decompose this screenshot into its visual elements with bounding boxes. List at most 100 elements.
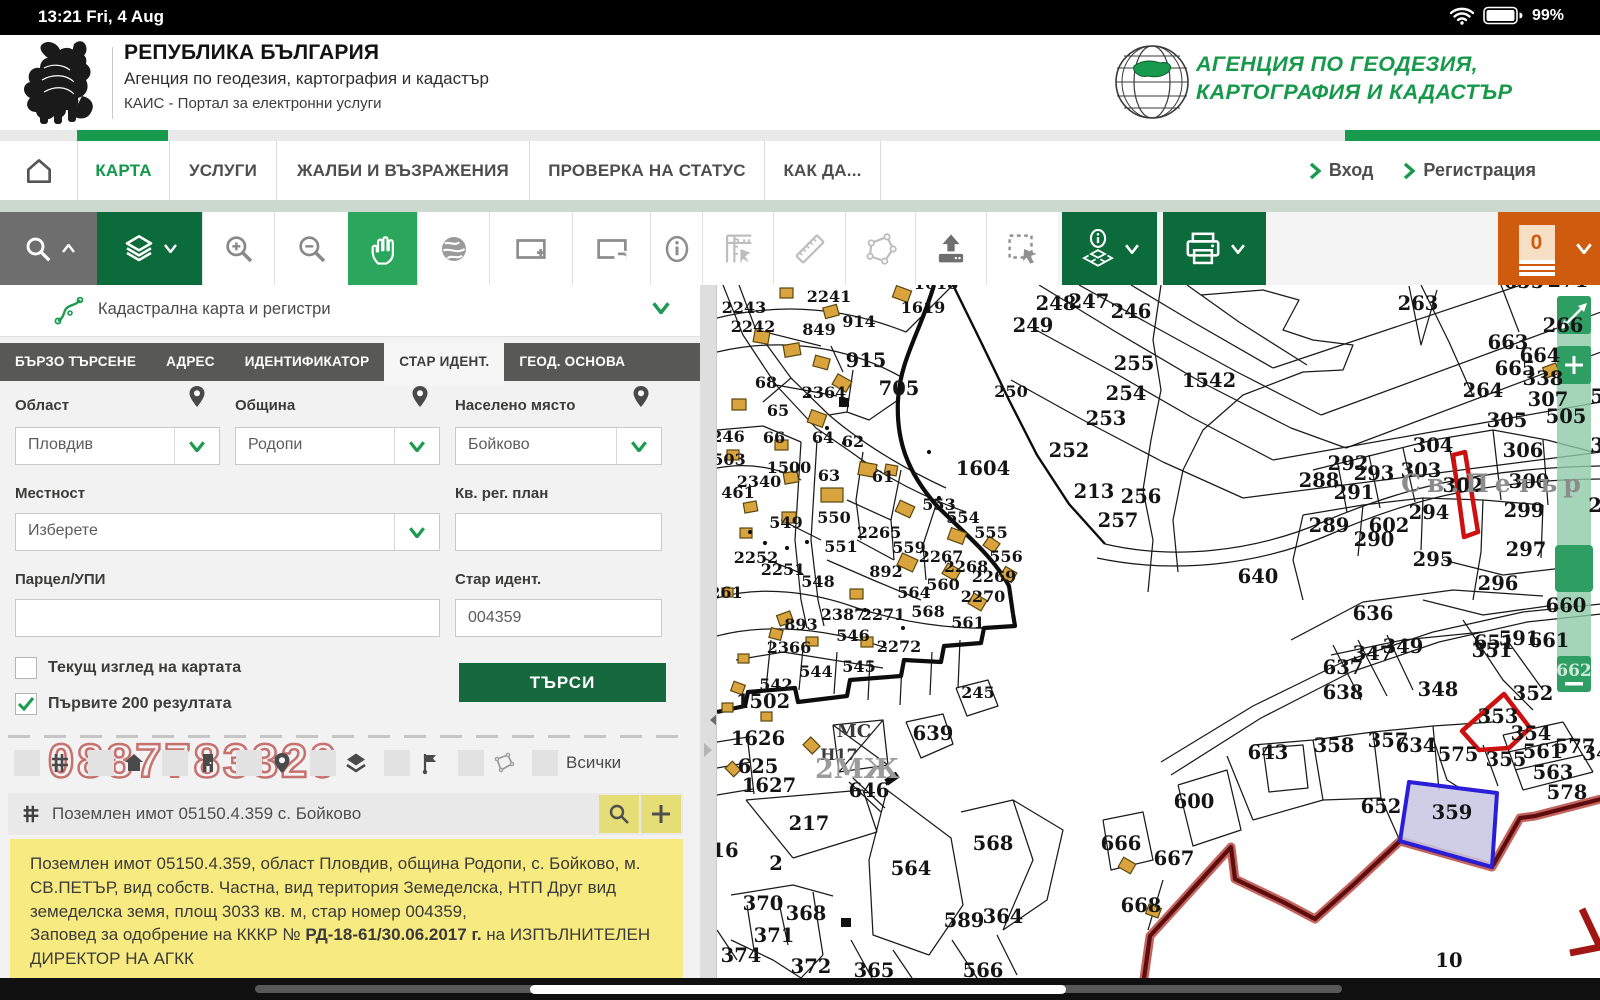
info-tool-button[interactable] bbox=[650, 212, 702, 285]
zoom-in-button[interactable] bbox=[202, 212, 274, 285]
battery-percent: 99% bbox=[1532, 7, 1564, 25]
home-button[interactable] bbox=[0, 141, 78, 200]
register-link[interactable]: Регистрация bbox=[1403, 160, 1536, 181]
wifi-icon bbox=[1450, 7, 1474, 25]
parcel-number-label: 2272 bbox=[877, 637, 922, 656]
selection-list-button[interactable]: 0 bbox=[1498, 212, 1600, 285]
nav-item-5[interactable]: КАК ДА... bbox=[765, 141, 881, 200]
tab-2[interactable]: АДРЕС bbox=[151, 343, 230, 381]
result-row[interactable]: Поземлен имот 05150.4.359 с. Бойково bbox=[8, 793, 683, 835]
filter-checkbox-pin[interactable] bbox=[236, 750, 262, 776]
map-annotation: 2МЖ bbox=[815, 754, 900, 785]
filter-checkbox-flag[interactable] bbox=[384, 750, 410, 776]
tab-5[interactable]: ГЕОД. ОСНОВА bbox=[504, 343, 640, 381]
nav-item-4[interactable]: ПРОВЕРКА НА СТАТУС bbox=[530, 141, 765, 200]
parcel-number-label: 544 bbox=[799, 662, 832, 681]
parcel-number-label: 638 bbox=[1323, 681, 1364, 704]
results-separator bbox=[8, 735, 688, 738]
measure-polygon-button[interactable] bbox=[845, 212, 915, 285]
result-add-button[interactable] bbox=[641, 795, 681, 833]
parcel-number-label: 639 bbox=[913, 722, 954, 745]
first-200-checkbox[interactable] bbox=[15, 693, 37, 715]
parcel-number-label: 2387 bbox=[821, 605, 866, 624]
search-tabs: БЪРЗО ТЪРСЕНЕАДРЕСИДЕНТИФИКАТОРСТАР ИДЕН… bbox=[0, 343, 700, 381]
layers-button[interactable] bbox=[97, 212, 202, 285]
filter-checkbox-house[interactable] bbox=[88, 750, 114, 776]
nav-item-1[interactable]: КАРТА bbox=[78, 141, 170, 200]
parcel-number-label: 1619 bbox=[901, 298, 946, 317]
parcel-number-label: 349 bbox=[1383, 635, 1424, 658]
oblast-select[interactable]: Пловдив bbox=[15, 427, 220, 465]
result-zoom-to-button[interactable] bbox=[599, 795, 639, 833]
obshtina-select[interactable]: Родопи bbox=[235, 427, 440, 465]
current-view-checkbox[interactable] bbox=[15, 657, 37, 679]
extent-remove-button[interactable] bbox=[572, 212, 650, 285]
mestnost-select[interactable]: Изберете bbox=[15, 513, 440, 551]
map-zoom-handle[interactable] bbox=[1555, 545, 1593, 592]
pan-tool-button[interactable] bbox=[348, 212, 417, 285]
parcel-number-label: 637 bbox=[1323, 656, 1364, 679]
kv-plan-input[interactable] bbox=[456, 514, 661, 550]
parcel-number-label: 566 bbox=[963, 959, 1004, 978]
layer-selector-value: Кадастрална карта и регистри bbox=[98, 300, 331, 319]
measure-area-button[interactable] bbox=[702, 212, 773, 285]
parcel-number-label: 549 bbox=[769, 513, 802, 532]
naseleno-select[interactable]: Бойково bbox=[455, 427, 662, 465]
world-extent-button[interactable] bbox=[417, 212, 489, 285]
tab-1[interactable]: БЪРЗО ТЪРСЕНЕ bbox=[0, 343, 151, 381]
filter-checkbox-grid[interactable] bbox=[14, 750, 40, 776]
pin-icon bbox=[632, 385, 650, 409]
filter-checkbox-building[interactable] bbox=[162, 750, 188, 776]
parcel-number-label: 2243 bbox=[722, 298, 767, 317]
parcel-input[interactable] bbox=[16, 600, 439, 636]
filter-checkbox-polygon[interactable] bbox=[458, 750, 484, 776]
parcel-number-label: 306 bbox=[1503, 439, 1544, 462]
parcel-number-label: 256 bbox=[1121, 485, 1162, 508]
parcel-number-label: 247 bbox=[1069, 290, 1110, 313]
star-ident-input[interactable] bbox=[456, 600, 661, 636]
search-panel: Кадастрална карта и регистри БЪРЗО ТЪРСЕ… bbox=[0, 285, 700, 978]
parcel-number-label: 364 bbox=[983, 905, 1024, 928]
nav-item-2[interactable]: УСЛУГИ bbox=[170, 141, 277, 200]
measure-distance-button[interactable] bbox=[773, 212, 845, 285]
filter-checkbox-layers[interactable] bbox=[310, 750, 336, 776]
parcel-number-label: 668 bbox=[1121, 894, 1162, 917]
map-annotation: Св.Петър bbox=[1401, 469, 1587, 498]
pan-hand-icon bbox=[366, 232, 400, 266]
parcel-number-label: 551 bbox=[824, 537, 857, 556]
nav-item-3[interactable]: ЖАЛБИ И ВЪЗРАЖЕНИЯ bbox=[277, 141, 530, 200]
print-button[interactable] bbox=[1163, 212, 1266, 285]
search-tool-button[interactable] bbox=[0, 212, 97, 285]
horizontal-scrollbar-thumb[interactable] bbox=[530, 985, 1066, 994]
parcel-number-label: 2241 bbox=[807, 287, 852, 306]
parcel-number-label: 62 bbox=[842, 432, 864, 451]
parcel-number-label: 564 bbox=[891, 857, 932, 880]
parcel-number-label: 2 bbox=[1588, 494, 1600, 517]
filter-checkbox-all[interactable] bbox=[532, 750, 558, 776]
tab-4[interactable]: СТАР ИДЕНТ. bbox=[384, 343, 504, 386]
check-icon bbox=[17, 695, 35, 713]
select-region-button[interactable] bbox=[986, 212, 1058, 285]
bottom-bar bbox=[0, 978, 1600, 1000]
parcel-number-label: 338 bbox=[1523, 367, 1564, 390]
clock: 13:21 Fri, 4 Aug bbox=[38, 7, 164, 27]
upload-button[interactable] bbox=[915, 212, 986, 285]
parcel-number-label: 297 bbox=[1506, 538, 1547, 561]
tab-3[interactable]: ИДЕНТИФИКАТОР bbox=[230, 343, 385, 381]
layer-info-button[interactable] bbox=[1062, 212, 1157, 285]
pin-icon bbox=[270, 751, 294, 775]
login-link[interactable]: Вход bbox=[1309, 160, 1374, 181]
parcel-number-label: 5 bbox=[1590, 385, 1600, 408]
layer-selector[interactable]: Кадастрална карта и регистри bbox=[0, 285, 700, 337]
nav-top-strip-green bbox=[1345, 130, 1600, 141]
zoom-out-button[interactable] bbox=[274, 212, 348, 285]
parcel-number-label: 250 bbox=[994, 382, 1027, 401]
parcel-number-label: 370 bbox=[743, 892, 784, 915]
search-submit-button[interactable]: ТЪРСИ bbox=[459, 663, 666, 702]
extent-add-button[interactable] bbox=[489, 212, 572, 285]
parcel-grid-icon bbox=[20, 803, 42, 825]
parcel-number-label: 2270 bbox=[961, 587, 1006, 606]
cadastral-map[interactable]: 2243224122429141618161984991570568236465… bbox=[717, 285, 1600, 978]
parcel-details: Поземлен имот 05150.4.359, област Пловди… bbox=[10, 839, 683, 978]
parcel-number-label: 2 bbox=[769, 852, 783, 875]
